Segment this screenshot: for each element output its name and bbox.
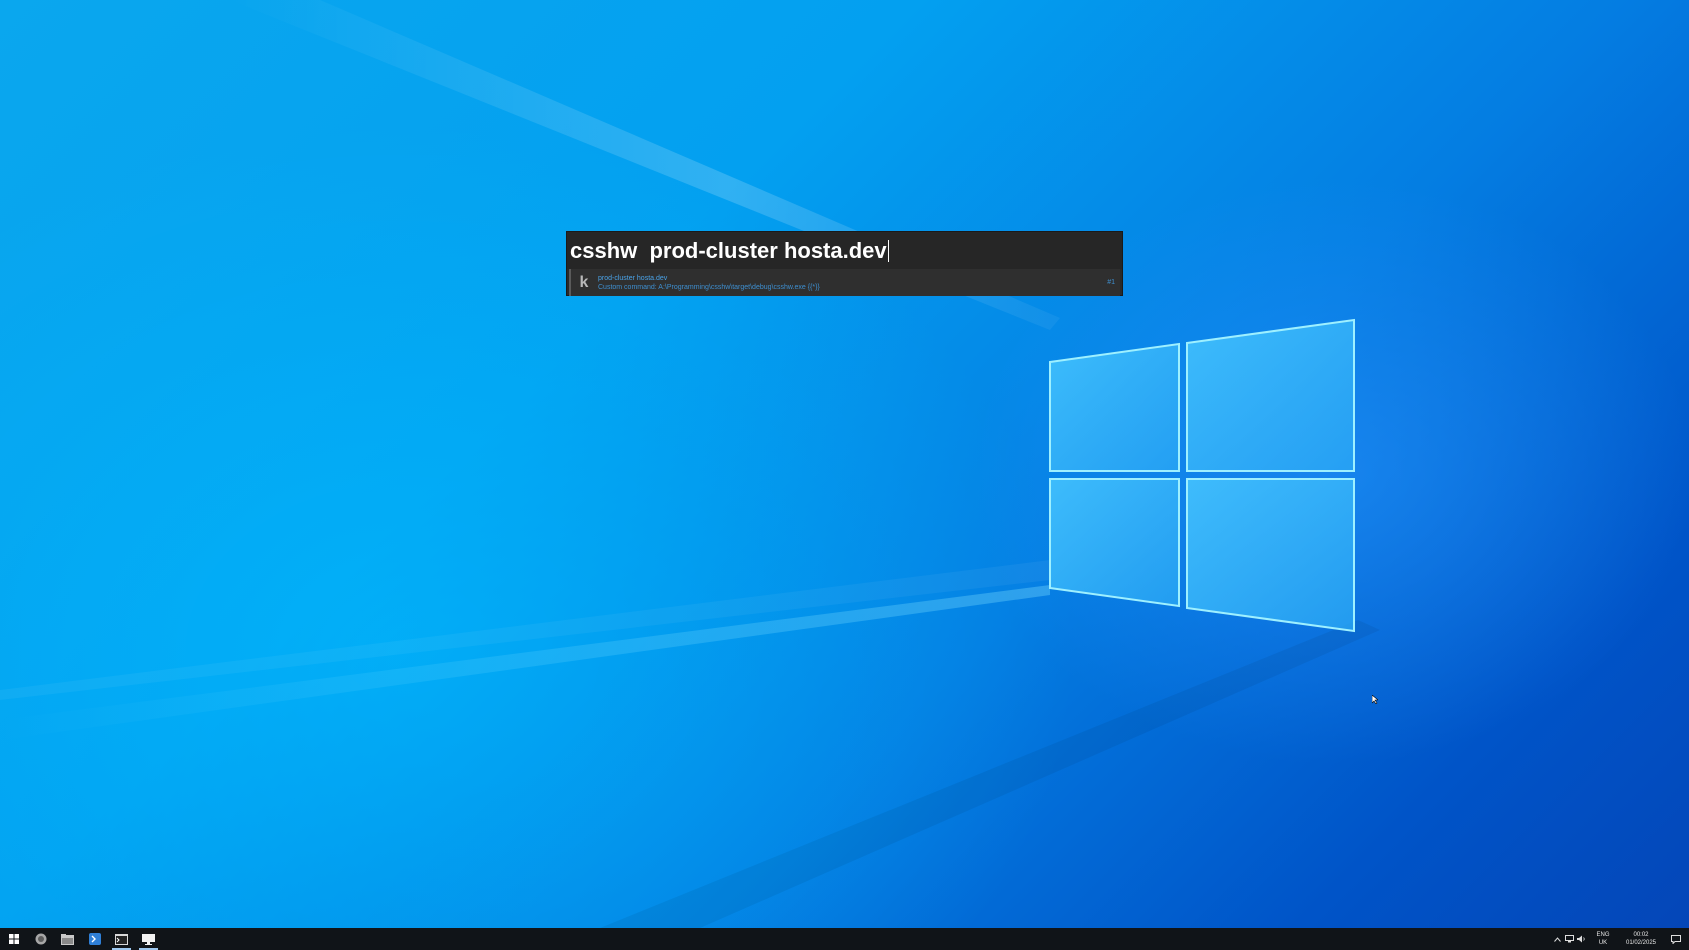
launcher-search-box[interactable]: csshw prod-cluster hosta.dev (567, 232, 1122, 269)
volume-icon[interactable] (1575, 928, 1587, 950)
windows-logo (1049, 318, 1355, 633)
terminal-icon[interactable] (108, 928, 135, 950)
result-subtitle: Custom command: A:\Programming\csshw\tar… (598, 283, 820, 291)
clock-date: 01/02/2025 (1625, 940, 1657, 946)
taskbar: ENG UK 00:02 01/02/2025 (0, 928, 1689, 950)
clock[interactable]: 00:02 01/02/2025 (1619, 931, 1663, 947)
vscode-icon[interactable] (81, 928, 108, 950)
result-title: prod-cluster hosta.dev (598, 274, 668, 282)
language-region: UK (1598, 940, 1608, 946)
keypirinha-icon: k (579, 273, 589, 291)
result-hotkey: #1 (1107, 279, 1115, 286)
launcher-result-item[interactable]: k prod-cluster hosta.dev Custom command:… (569, 269, 1120, 296)
windows-start-icon[interactable] (0, 928, 27, 950)
input-language[interactable]: ENG UK (1593, 931, 1613, 947)
launcher-query-text[interactable]: csshw prod-cluster hosta.dev (570, 238, 887, 264)
result-text: prod-cluster hosta.dev Custom command: A… (598, 274, 820, 292)
system-tray: ENG UK 00:02 01/02/2025 (1551, 928, 1689, 950)
mouse-pointer-icon (1372, 695, 1378, 704)
language-code: ENG (1596, 932, 1610, 938)
firefox-icon[interactable] (27, 928, 54, 950)
chevron-up-icon[interactable] (1551, 928, 1563, 950)
clock-time: 00:02 (1633, 932, 1649, 938)
light-beams (0, 0, 1380, 928)
command-launcher: csshw prod-cluster hosta.dev k prod-clus… (566, 231, 1123, 296)
desktop-app-icon[interactable] (135, 928, 162, 950)
network-icon[interactable] (1563, 928, 1575, 950)
notifications-icon[interactable] (1663, 928, 1689, 950)
text-caret (887, 239, 889, 262)
desktop-wallpaper (0, 0, 1689, 928)
file-explorer-icon[interactable] (54, 928, 81, 950)
